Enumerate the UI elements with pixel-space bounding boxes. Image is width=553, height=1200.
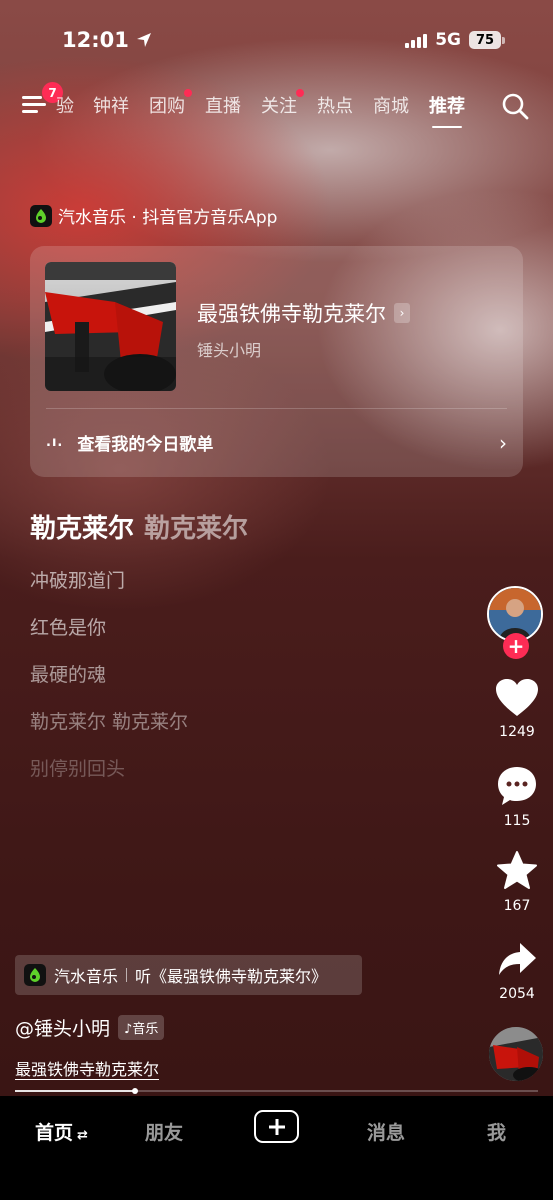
battery-level: 75 bbox=[469, 31, 501, 49]
tab-label: 商城 bbox=[373, 96, 409, 117]
equalizer-icon: .ı. bbox=[46, 435, 64, 450]
music-source-label[interactable]: 汽水音乐 · 抖音官方音乐App bbox=[30, 203, 277, 228]
tab-home-label: 首页 bbox=[35, 1122, 74, 1144]
share-count: 2054 bbox=[499, 986, 535, 1002]
music-tag[interactable]: ♪音乐 bbox=[118, 1015, 165, 1040]
chevron-right-icon: › bbox=[499, 430, 507, 455]
plus-icon bbox=[268, 1118, 285, 1135]
tab-friends[interactable]: 朋友 bbox=[145, 1118, 183, 1145]
tab-label: 团购 bbox=[149, 96, 185, 117]
music-disc[interactable] bbox=[489, 1027, 543, 1081]
video-caption[interactable]: 最强铁佛寺勒克莱尔 bbox=[15, 1056, 159, 1080]
favorite-button[interactable]: 167 bbox=[490, 850, 544, 914]
tab-messages[interactable]: 消息 bbox=[367, 1118, 405, 1145]
tab-group-buy[interactable]: 团购 bbox=[149, 89, 192, 118]
share-button[interactable]: 2054 bbox=[490, 940, 544, 1002]
tab-zhongxiang[interactable]: 钟祥 bbox=[93, 92, 129, 118]
status-indicators: 5G 75 bbox=[405, 30, 505, 50]
qishui-music-logo-icon bbox=[24, 964, 46, 986]
tab-live[interactable]: 直播 bbox=[205, 92, 241, 118]
progress-knob[interactable] bbox=[132, 1088, 139, 1094]
anchor-text: 听《最强铁佛寺勒克莱尔》 bbox=[135, 967, 328, 986]
anchor-app-name: 汽水音乐 bbox=[54, 967, 119, 986]
share-icon bbox=[499, 943, 536, 975]
tab-trending[interactable]: 热点 bbox=[317, 92, 353, 118]
active-tab-indicator bbox=[432, 125, 462, 128]
music-anchor-link[interactable]: 汽水音乐 听《最强铁佛寺勒克莱尔》 bbox=[15, 955, 362, 995]
song-title[interactable]: 最强铁佛寺勒克莱尔 › bbox=[197, 298, 410, 328]
lyric-upcoming: 勒克莱尔 bbox=[144, 514, 249, 544]
song-artist[interactable]: 锤头小明 bbox=[197, 337, 261, 361]
swap-icon: ⇄ bbox=[77, 1128, 88, 1143]
notification-dot bbox=[296, 89, 304, 97]
author-row: @锤头小明 ♪音乐 bbox=[15, 1014, 165, 1041]
tab-label: 直播 bbox=[205, 96, 241, 117]
like-button[interactable]: 1249 bbox=[490, 678, 544, 740]
network-type: 5G bbox=[435, 30, 461, 50]
tab-label: 验 bbox=[56, 96, 74, 117]
favorite-count: 167 bbox=[503, 898, 531, 914]
bottom-tab-bar: 首页 ⇄ 朋友 消息 我 bbox=[0, 1096, 553, 1200]
heart-icon bbox=[496, 679, 538, 716]
lyric-line: 别停别回头 bbox=[30, 758, 126, 780]
tab-label: 推荐 bbox=[429, 96, 465, 117]
progress-fill bbox=[15, 1090, 136, 1092]
lyric-line: 红色是你 bbox=[30, 617, 107, 639]
comment-count: 115 bbox=[503, 813, 531, 829]
tab-me[interactable]: 我 bbox=[487, 1118, 506, 1145]
follow-plus-button[interactable]: + bbox=[503, 633, 529, 659]
tab-recommend[interactable]: 推荐 bbox=[429, 92, 465, 128]
status-time-text: 12:01 bbox=[62, 28, 129, 52]
daily-playlist-link[interactable]: .ı. 查看我的今日歌单 › bbox=[46, 430, 507, 456]
divider bbox=[126, 968, 128, 982]
notification-dot bbox=[184, 89, 192, 97]
comment-button[interactable]: 115 bbox=[490, 765, 544, 829]
chevron-right-icon: › bbox=[394, 303, 410, 323]
tab-following[interactable]: 关注 bbox=[261, 89, 304, 118]
top-tabs: 验 钟祥 团购 直播 关注 热点 商城 推荐 bbox=[56, 89, 485, 128]
lyric-current-line: 勒克莱尔 勒克莱尔 bbox=[30, 508, 248, 545]
music-card[interactable]: 最强铁佛寺勒克莱尔 › 锤头小明 .ı. 查看我的今日歌单 › bbox=[30, 246, 523, 477]
tab-label: 钟祥 bbox=[93, 96, 129, 117]
create-post-button[interactable] bbox=[254, 1110, 299, 1143]
battery-icon: 75 bbox=[469, 31, 505, 49]
comment-icon bbox=[498, 767, 536, 805]
lyric-line: 勒克莱尔 勒克莱尔 bbox=[30, 711, 189, 733]
tab-home[interactable]: 首页 ⇄ bbox=[35, 1118, 88, 1145]
menu-button[interactable]: 7 bbox=[22, 82, 63, 118]
status-time: 12:01 bbox=[62, 28, 153, 52]
song-title-text: 最强铁佛寺勒克莱尔 bbox=[197, 302, 386, 326]
music-tag-label: 音乐 bbox=[132, 1022, 159, 1037]
cellular-signal-icon bbox=[405, 32, 428, 48]
like-count: 1249 bbox=[499, 724, 535, 740]
album-cover[interactable] bbox=[45, 262, 176, 391]
qishui-music-logo-icon bbox=[30, 204, 52, 227]
author-name[interactable]: @锤头小明 bbox=[15, 1014, 110, 1041]
playlist-label: 查看我的今日歌单 bbox=[77, 435, 214, 455]
lyric-line: 最硬的魂 bbox=[30, 664, 107, 686]
music-source-text: 汽水音乐 · 抖音官方音乐App bbox=[58, 208, 278, 228]
video-progress-bar[interactable] bbox=[15, 1088, 538, 1094]
tab-partial[interactable]: 验 bbox=[56, 92, 74, 118]
star-icon bbox=[497, 851, 537, 889]
location-arrow-icon bbox=[136, 33, 151, 47]
card-divider bbox=[46, 408, 507, 409]
lyric-line: 冲破那道门 bbox=[30, 570, 126, 592]
tab-label: 热点 bbox=[317, 96, 353, 117]
lyric-highlight: 勒克莱尔 bbox=[30, 514, 135, 544]
tab-label: 关注 bbox=[261, 96, 297, 117]
tab-mall[interactable]: 商城 bbox=[373, 92, 409, 118]
search-icon[interactable] bbox=[501, 92, 529, 120]
